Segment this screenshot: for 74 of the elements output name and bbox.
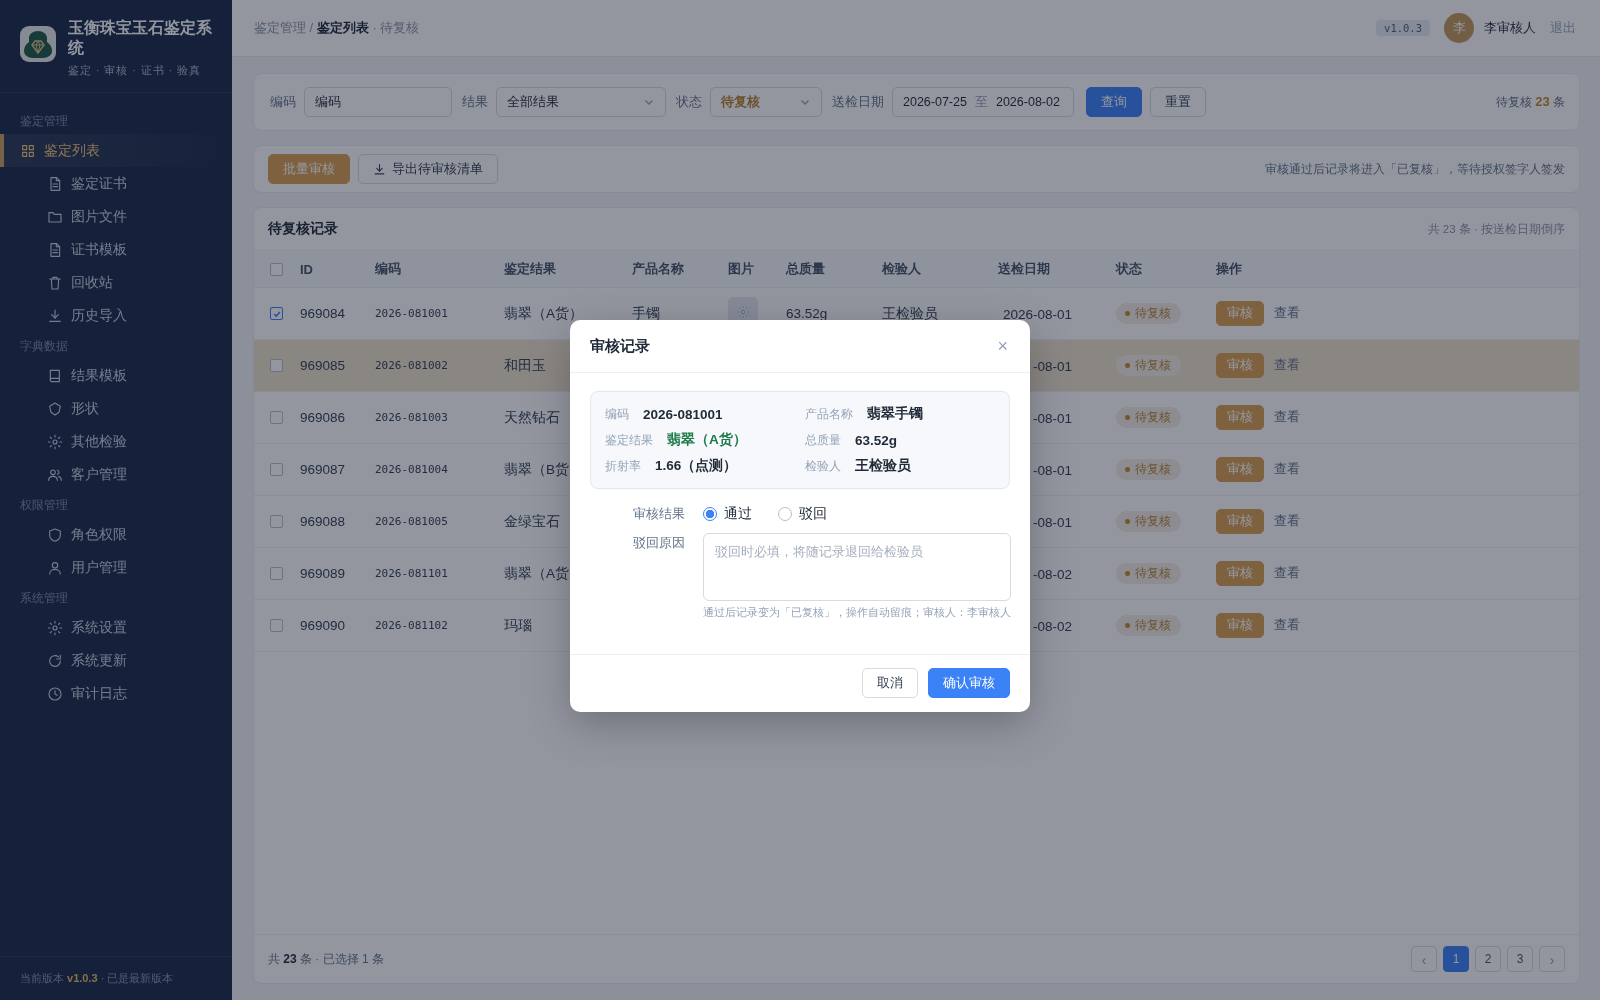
- breadcrumb: 鉴定管理 / 鉴定列表 · 待复核: [254, 19, 420, 37]
- filter-label: 编码: [270, 93, 296, 111]
- table-cell: 969089: [300, 566, 346, 581]
- column-header: 产品名称: [632, 260, 685, 278]
- field-value: 翡翠手镯: [867, 405, 923, 423]
- table-cell: 玛瑙: [504, 616, 532, 635]
- table-cell: 王检验员: [882, 304, 938, 323]
- table-cell: 翡翠（A货: [504, 564, 569, 583]
- status-badge: 待复核: [1116, 615, 1181, 636]
- column-header: 送检日期: [998, 260, 1051, 278]
- form-label: 驳回原因: [632, 535, 685, 552]
- app-title: 玉衡珠宝玉石鉴定系统: [68, 18, 213, 58]
- status-badge: 待复核: [1116, 459, 1181, 480]
- table-cell: 969090: [300, 618, 346, 633]
- user-avatar: 李: [1444, 13, 1474, 43]
- table-cell: 969086: [300, 410, 346, 425]
- table-cell: 2026-081005: [375, 515, 448, 528]
- table-cell: 2026-081002: [375, 359, 448, 372]
- table-cell: 969088: [300, 514, 346, 529]
- table-cell: 63.52g: [786, 306, 828, 321]
- form-label: 审核结果: [632, 505, 685, 523]
- status-badge: 待复核: [1116, 563, 1181, 584]
- table-cell: 翡翠（B货: [504, 460, 569, 479]
- table-meta: 共 23 条 · 按送检日期倒序: [1427, 221, 1565, 237]
- filter-label: 状态: [676, 93, 702, 111]
- table-cell: -08-01: [1032, 358, 1072, 374]
- table-cell: 翡翠（A货）: [504, 304, 583, 323]
- hint-text: 通过后记录变为「已复核」，操作自动留痕；审核人：李审核人: [703, 605, 1011, 620]
- field-value: 王检验员: [855, 457, 911, 475]
- table-cell: 2026-081101: [375, 567, 448, 580]
- column-header: 图片: [728, 260, 755, 278]
- user-name: 李审核人: [1484, 19, 1536, 37]
- status-badge: 待复核: [1116, 511, 1181, 532]
- table-cell: -08-01: [1032, 410, 1072, 426]
- filter-label: 送检日期: [832, 93, 884, 111]
- filter-label: 结果: [462, 93, 488, 111]
- table-cell: 969084: [300, 306, 346, 321]
- table-cell: -08-02: [1032, 566, 1072, 582]
- table-cell: 969087: [300, 462, 346, 477]
- table-cell: 手镯: [632, 304, 660, 323]
- column-header: 总质量: [786, 260, 826, 278]
- field-label: 检验人: [805, 457, 841, 475]
- field-label: 折射率: [605, 457, 641, 475]
- table-cell: 2026-081004: [375, 463, 448, 476]
- status-badge: 待复核: [1116, 303, 1181, 324]
- field-value: 2026-081001: [643, 406, 723, 422]
- table-cell: -08-01: [1032, 462, 1072, 478]
- table-cell: 天然钻石: [504, 408, 560, 427]
- table-title: 待复核记录: [268, 220, 338, 238]
- version-badge: v1.0.3: [1376, 20, 1430, 36]
- column-header: 编码: [375, 260, 402, 278]
- table-cell: 2026-08-01: [1002, 306, 1072, 322]
- column-header: 状态: [1116, 260, 1143, 278]
- field-label: 编码: [605, 405, 629, 423]
- column-header: ID: [300, 261, 314, 277]
- column-header: 鉴定结果: [504, 260, 557, 278]
- column-header: 操作: [1216, 260, 1243, 278]
- table-cell: 2026-081102: [375, 619, 448, 632]
- selection-summary: 共 23 条 · 已选择 1 条: [268, 950, 385, 968]
- column-header: 检验人: [882, 260, 922, 278]
- review-note: 审核通过后记录将进入「已复核」，等待授权签字人签发: [1265, 160, 1565, 178]
- table-cell: 969085: [300, 358, 346, 373]
- app-subtitle: 鉴定 · 审核 · 证书 · 验真: [68, 64, 202, 78]
- status-badge: 待复核: [1116, 407, 1181, 428]
- field-value: 1.66（点测）: [655, 457, 738, 475]
- pending-count: 待复核 23 条: [1495, 93, 1565, 111]
- table-cell: 和田玉: [504, 356, 546, 375]
- table-cell: 金绿宝石: [504, 512, 560, 531]
- table-cell: 2026-081003: [375, 411, 448, 424]
- status-badge: 待复核: [1116, 355, 1181, 376]
- field-label: 产品名称: [805, 405, 853, 423]
- table-cell: 2026-081001: [375, 307, 448, 320]
- table-cell: -08-02: [1032, 618, 1072, 634]
- table-cell: -08-01: [1032, 514, 1072, 530]
